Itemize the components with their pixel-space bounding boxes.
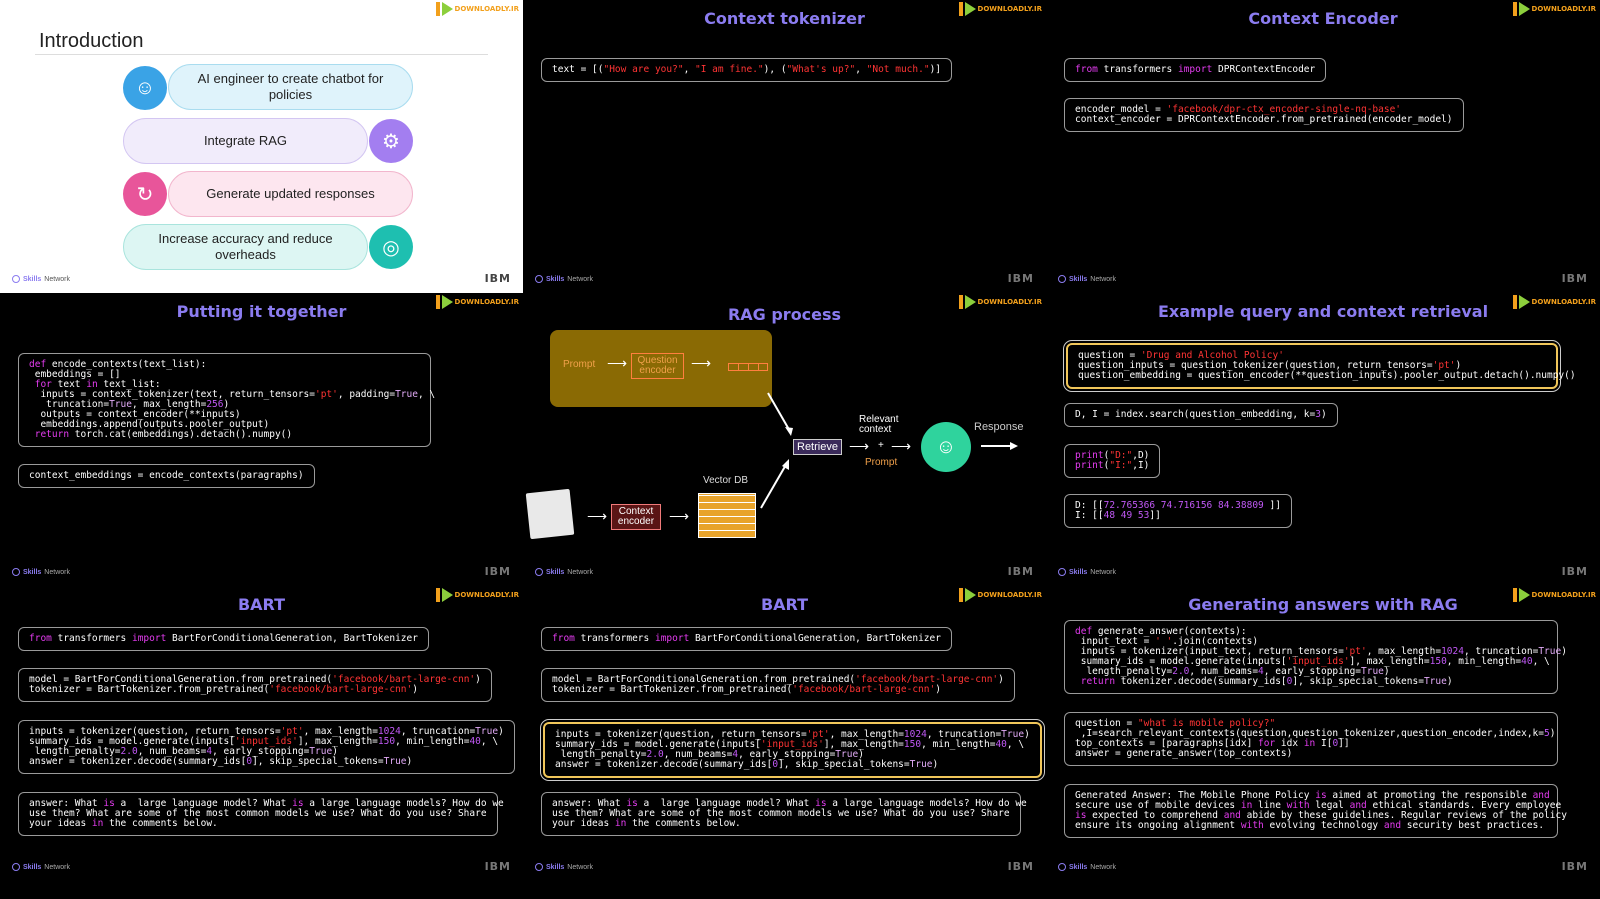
prompt2-label: Prompt	[865, 457, 898, 468]
ibm-logo: IBM	[1007, 860, 1034, 873]
slide-putting-together: Putting it together def encode_contexts(…	[0, 293, 523, 586]
skills-network-logo: Skills Network	[1058, 863, 1116, 871]
code-block-answer: answer: What is a large language model? …	[541, 792, 1027, 836]
arrow-icon: ⟶	[587, 508, 608, 524]
code-block-answer: answer: What is a large language model? …	[18, 792, 504, 836]
code-block-generate: inputs = tokenizer(question, return_tens…	[540, 719, 1045, 781]
code-block-function: def generate_answer(contexts): input_tex…	[1064, 620, 1567, 694]
intro-item-3: Generate updated responses	[168, 171, 413, 217]
slide-bart-1: BART from transformers import BartForCon…	[0, 586, 523, 899]
downloadly-logo: DOWNLOADLY.IR	[435, 588, 519, 602]
code-block: text = [("How are you?", "I am fine."), …	[541, 58, 953, 82]
slide-example-query: Example query and context retrieval ques…	[1046, 293, 1600, 586]
code-block-question: question = "what is mobile policy?" ,I=s…	[1064, 712, 1558, 766]
slide-context-tokenizer: Context tokenizer text = [("How are you?…	[523, 0, 1046, 293]
code-block-generate: inputs = tokenizer(question, return_tens…	[18, 720, 515, 774]
skills-network-logo: Skills Network	[535, 275, 593, 283]
relevant-context-label: Relevant context	[859, 414, 899, 435]
retrieve-box: Retrieve	[793, 439, 842, 455]
skills-network-logo: Skills Network	[12, 863, 70, 871]
slide-rag-process: RAG process Prompt ⟶ Question encoder ⟶ …	[523, 293, 1046, 586]
ibm-logo: IBM	[1561, 860, 1588, 873]
chatbot-icon: ☺	[123, 66, 167, 110]
code-block-function: def encode_contexts(text_list): embeddin…	[18, 353, 435, 447]
skills-network-logo: Skills Network	[12, 275, 70, 283]
divider	[35, 54, 488, 55]
slide-bart-2: BART from transformers import BartForCon…	[523, 586, 1046, 899]
downloadly-logo: DOWNLOADLY.IR	[958, 295, 1042, 309]
downloadly-logo: DOWNLOADLY.IR	[958, 2, 1042, 16]
arrow-icon: ⟶	[891, 438, 912, 454]
skills-network-logo: Skills Network	[12, 568, 70, 576]
code-block-model: encoder_model = 'facebook/dpr-ctx_encode…	[1064, 98, 1464, 132]
vector-db-label: Vector DB	[703, 475, 749, 486]
code-block-question: question = 'Drug and Alcohol Policy' que…	[1063, 340, 1576, 392]
downloadly-logo: DOWNLOADLY.IR	[1512, 588, 1596, 602]
slide-context-encoder: Context Encoder from transformers import…	[1046, 0, 1600, 293]
vector-db-icon	[698, 493, 756, 538]
skills-network-logo: Skills Network	[1058, 275, 1116, 283]
slide-title: Introduction	[39, 30, 144, 52]
downloadly-logo: DOWNLOADLY.IR	[958, 588, 1042, 602]
downloadly-logo: DOWNLOADLY.IR	[1512, 295, 1596, 309]
code-block-model: model = BartForConditionalGeneration.fro…	[541, 668, 1015, 702]
code-block-import: from transformers import DPRContextEncod…	[1064, 58, 1327, 82]
intro-item-1: AI engineer to create chatbot for polici…	[168, 64, 413, 110]
documents-icon	[525, 488, 575, 540]
code-block-import: from transformers import BartForConditio…	[18, 627, 429, 651]
refresh-icon: ↻	[123, 172, 167, 216]
arrow-icon: ⟶	[849, 438, 870, 454]
code-block-import: from transformers import BartForConditio…	[541, 627, 952, 651]
code-block-model: model = BartForConditionalGeneration.fro…	[18, 668, 492, 702]
slide-introduction: Introduction ☺ AI engineer to create cha…	[0, 0, 523, 293]
downloadly-logo: DOWNLOADLY.IR	[435, 2, 519, 16]
skills-network-logo: Skills Network	[1058, 568, 1116, 576]
ibm-logo: IBM	[1561, 272, 1588, 285]
intro-item-4: Increase accuracy and reduce overheads	[123, 224, 368, 270]
downloadly-logo: DOWNLOADLY.IR	[435, 295, 519, 309]
downloadly-logo: DOWNLOADLY.IR	[1512, 2, 1596, 16]
accuracy-icon: ◎	[369, 225, 413, 269]
code-block-call: context_embeddings = encode_contexts(par…	[18, 464, 315, 488]
code-block-output: D: [[72.765366 74.716156 84.38809 ]] I: …	[1064, 494, 1292, 528]
intro-item-2: Integrate RAG	[123, 118, 368, 164]
context-encoder-box: Context encoder	[611, 504, 661, 530]
ibm-logo: IBM	[1007, 565, 1034, 578]
code-block-answer: Generated Answer: The Mobile Phone Polic…	[1064, 784, 1567, 838]
ibm-logo: IBM	[1561, 565, 1588, 578]
ibm-logo: IBM	[484, 860, 511, 873]
slide-generating-answers: Generating answers with RAG def generate…	[1046, 586, 1600, 899]
skills-network-logo: Skills Network	[535, 863, 593, 871]
response-label: Response	[974, 421, 1024, 433]
arrow-icon: ⟶	[669, 508, 690, 524]
plus-sign: +	[878, 440, 884, 451]
code-block-search: D, I = index.search(question_embedding, …	[1064, 403, 1338, 427]
integration-icon: ⚙	[369, 119, 413, 163]
chatbot-icon: ☺	[921, 422, 971, 472]
ibm-logo: IBM	[484, 272, 511, 285]
skills-network-logo: Skills Network	[535, 568, 593, 576]
ibm-logo: IBM	[484, 565, 511, 578]
ibm-logo: IBM	[1007, 272, 1034, 285]
code-block-print: print("D:",D) print("I:",I)	[1064, 444, 1161, 478]
